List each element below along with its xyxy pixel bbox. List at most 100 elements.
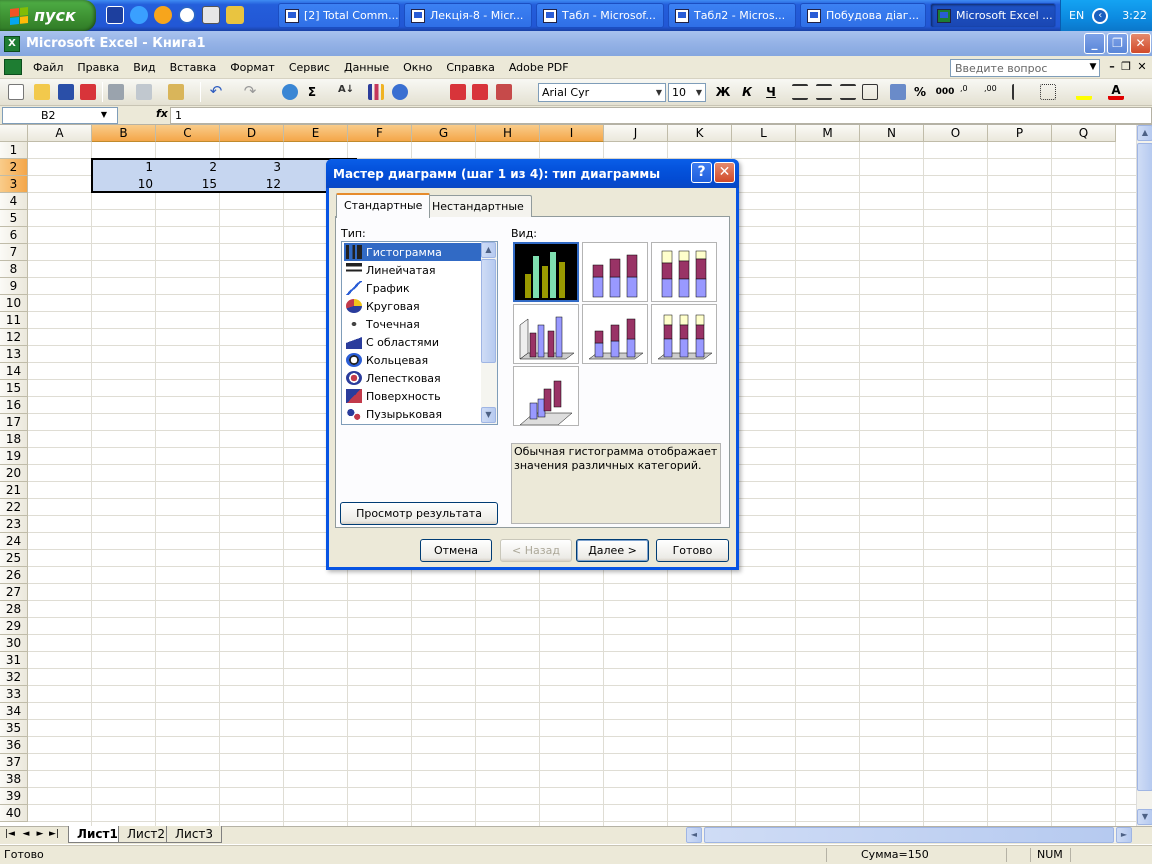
row-header-9[interactable]: 9 xyxy=(0,278,28,295)
row-header-5[interactable]: 5 xyxy=(0,210,28,227)
row-header-1[interactable]: 1 xyxy=(0,142,28,159)
workbook-icon[interactable] xyxy=(4,59,22,75)
chart-type-scatter[interactable]: Точечная xyxy=(344,315,481,333)
row-header-35[interactable]: 35 xyxy=(0,720,28,737)
menu-edit[interactable]: Правка xyxy=(70,61,126,74)
row-header-28[interactable]: 28 xyxy=(0,601,28,618)
taskbar-button-excel[interactable]: Microsoft Excel ... xyxy=(930,3,1056,28)
subtype-100-stacked-column[interactable] xyxy=(651,242,717,302)
cell-c2[interactable]: 2 xyxy=(156,159,220,176)
font-name-select[interactable]: Arial Cyr ▼ xyxy=(538,83,666,102)
column-header-e[interactable]: E xyxy=(284,125,348,142)
taskbar-button-tabl[interactable]: Табл - Microsof... xyxy=(536,3,664,28)
restore-button[interactable]: ❐ xyxy=(1107,33,1128,54)
ask-dropdown-icon[interactable]: ▼ xyxy=(1086,59,1100,77)
media-player-quicklaunch-icon[interactable] xyxy=(154,6,172,24)
print-icon[interactable] xyxy=(108,84,124,100)
convert-pdf-email-icon[interactable] xyxy=(472,84,488,100)
font-size-select[interactable]: 10 ▼ xyxy=(668,83,706,102)
taskbar-button-tabl2[interactable]: Табл2 - Micros... xyxy=(668,3,796,28)
hscroll-thumb[interactable] xyxy=(704,827,1114,843)
row-header-26[interactable]: 26 xyxy=(0,567,28,584)
align-left-icon[interactable] xyxy=(792,84,808,100)
new-icon[interactable] xyxy=(8,84,24,100)
column-header-g[interactable]: G xyxy=(412,125,476,142)
scroll-up-icon[interactable]: ▲ xyxy=(1137,125,1152,141)
menu-view[interactable]: Вид xyxy=(126,61,162,74)
taskbar-button-total-commander[interactable]: [2] Total Comm... xyxy=(278,3,400,28)
app-quicklaunch-icon[interactable] xyxy=(178,6,196,24)
chart-type-list[interactable]: Гистограмма Линейчатая График Круговая Точеч… xyxy=(341,241,498,425)
row-header-12[interactable]: 12 xyxy=(0,329,28,346)
first-sheet-icon[interactable]: |◄ xyxy=(4,828,16,840)
menu-tools[interactable]: Сервис xyxy=(282,61,337,74)
column-header-l[interactable]: L xyxy=(732,125,796,142)
formula-input[interactable]: 1 xyxy=(170,107,1152,124)
row-header-16[interactable]: 16 xyxy=(0,397,28,414)
row-header-21[interactable]: 21 xyxy=(0,482,28,499)
row-header-33[interactable]: 33 xyxy=(0,686,28,703)
column-header-j[interactable]: J xyxy=(604,125,668,142)
row-header-27[interactable]: 27 xyxy=(0,584,28,601)
open-icon[interactable] xyxy=(34,84,50,100)
chart-wizard-icon[interactable] xyxy=(368,84,384,100)
row-header-13[interactable]: 13 xyxy=(0,346,28,363)
row-header-39[interactable]: 39 xyxy=(0,788,28,805)
row-header-34[interactable]: 34 xyxy=(0,703,28,720)
column-header-c[interactable]: C xyxy=(156,125,220,142)
chart-type-doughnut[interactable]: Кольцевая xyxy=(344,351,481,369)
next-sheet-icon[interactable]: ► xyxy=(34,828,46,840)
underline-button[interactable]: Ч xyxy=(762,83,780,101)
scroll-down-icon[interactable]: ▼ xyxy=(481,407,496,423)
row-header-23[interactable]: 23 xyxy=(0,516,28,533)
taskbar-button-lecture[interactable]: Лекція-8 - Micr... xyxy=(404,3,532,28)
next-button[interactable]: Далее > xyxy=(576,539,649,562)
row-header-15[interactable]: 15 xyxy=(0,380,28,397)
decrease-indent-icon[interactable] xyxy=(1012,84,1028,100)
select-all-corner[interactable] xyxy=(0,125,28,142)
scroll-thumb[interactable] xyxy=(1137,143,1152,791)
row-header-31[interactable]: 31 xyxy=(0,652,28,669)
tab-standard[interactable]: Стандартные xyxy=(336,193,431,218)
align-center-icon[interactable] xyxy=(816,84,832,100)
subtype-3d-stacked-column[interactable] xyxy=(582,304,648,364)
horizontal-scrollbar[interactable]: ◄ ► xyxy=(686,827,1132,843)
chart-type-bar[interactable]: Линейчатая xyxy=(344,261,481,279)
hyperlink-icon[interactable] xyxy=(282,84,298,100)
column-header-k[interactable]: K xyxy=(668,125,732,142)
subtype-3d-column[interactable] xyxy=(513,366,579,426)
doc-close-button[interactable]: ✕ xyxy=(1134,60,1150,76)
column-header-f[interactable]: F xyxy=(348,125,412,142)
row-header-7[interactable]: 7 xyxy=(0,244,28,261)
currency-icon[interactable] xyxy=(890,84,906,100)
chart-type-column[interactable]: Гистограмма xyxy=(344,243,481,261)
fill-color-icon[interactable] xyxy=(1076,84,1092,100)
chart-type-pie[interactable]: Круговая xyxy=(344,297,481,315)
menu-file[interactable]: Файл xyxy=(26,61,70,74)
doc-restore-button[interactable]: ❐ xyxy=(1118,60,1134,76)
row-header-24[interactable]: 24 xyxy=(0,533,28,550)
column-header-a[interactable]: A xyxy=(28,125,92,142)
name-box[interactable]: B2 ▼ xyxy=(2,107,118,124)
column-header-q[interactable]: Q xyxy=(1052,125,1116,142)
print-preview-icon[interactable] xyxy=(136,84,152,100)
column-header-m[interactable]: M xyxy=(796,125,860,142)
row-header-6[interactable]: 6 xyxy=(0,227,28,244)
tab-custom[interactable]: Нестандартные xyxy=(424,195,532,217)
dialog-close-icon[interactable]: ✕ xyxy=(714,162,735,183)
cell-d3[interactable]: 12 xyxy=(220,176,284,193)
row-header-11[interactable]: 11 xyxy=(0,312,28,329)
borders-icon[interactable] xyxy=(1040,84,1056,100)
cell-b3[interactable]: 10 xyxy=(92,176,156,193)
row-header-10[interactable]: 10 xyxy=(0,295,28,312)
taskbar-button-pobudova[interactable]: Побудова діаг... xyxy=(800,3,926,28)
sheet-tab-3[interactable]: Лист3 xyxy=(166,826,223,843)
prev-sheet-icon[interactable]: ◄ xyxy=(20,828,32,840)
column-header-b[interactable]: B xyxy=(92,125,156,142)
fx-icon[interactable]: fx xyxy=(156,107,168,120)
percent-button[interactable]: % xyxy=(912,83,928,101)
paste-icon[interactable] xyxy=(168,84,184,100)
scroll-down-icon[interactable]: ▼ xyxy=(1137,809,1152,825)
italic-button[interactable]: К xyxy=(738,83,756,101)
menu-format[interactable]: Формат xyxy=(223,61,282,74)
